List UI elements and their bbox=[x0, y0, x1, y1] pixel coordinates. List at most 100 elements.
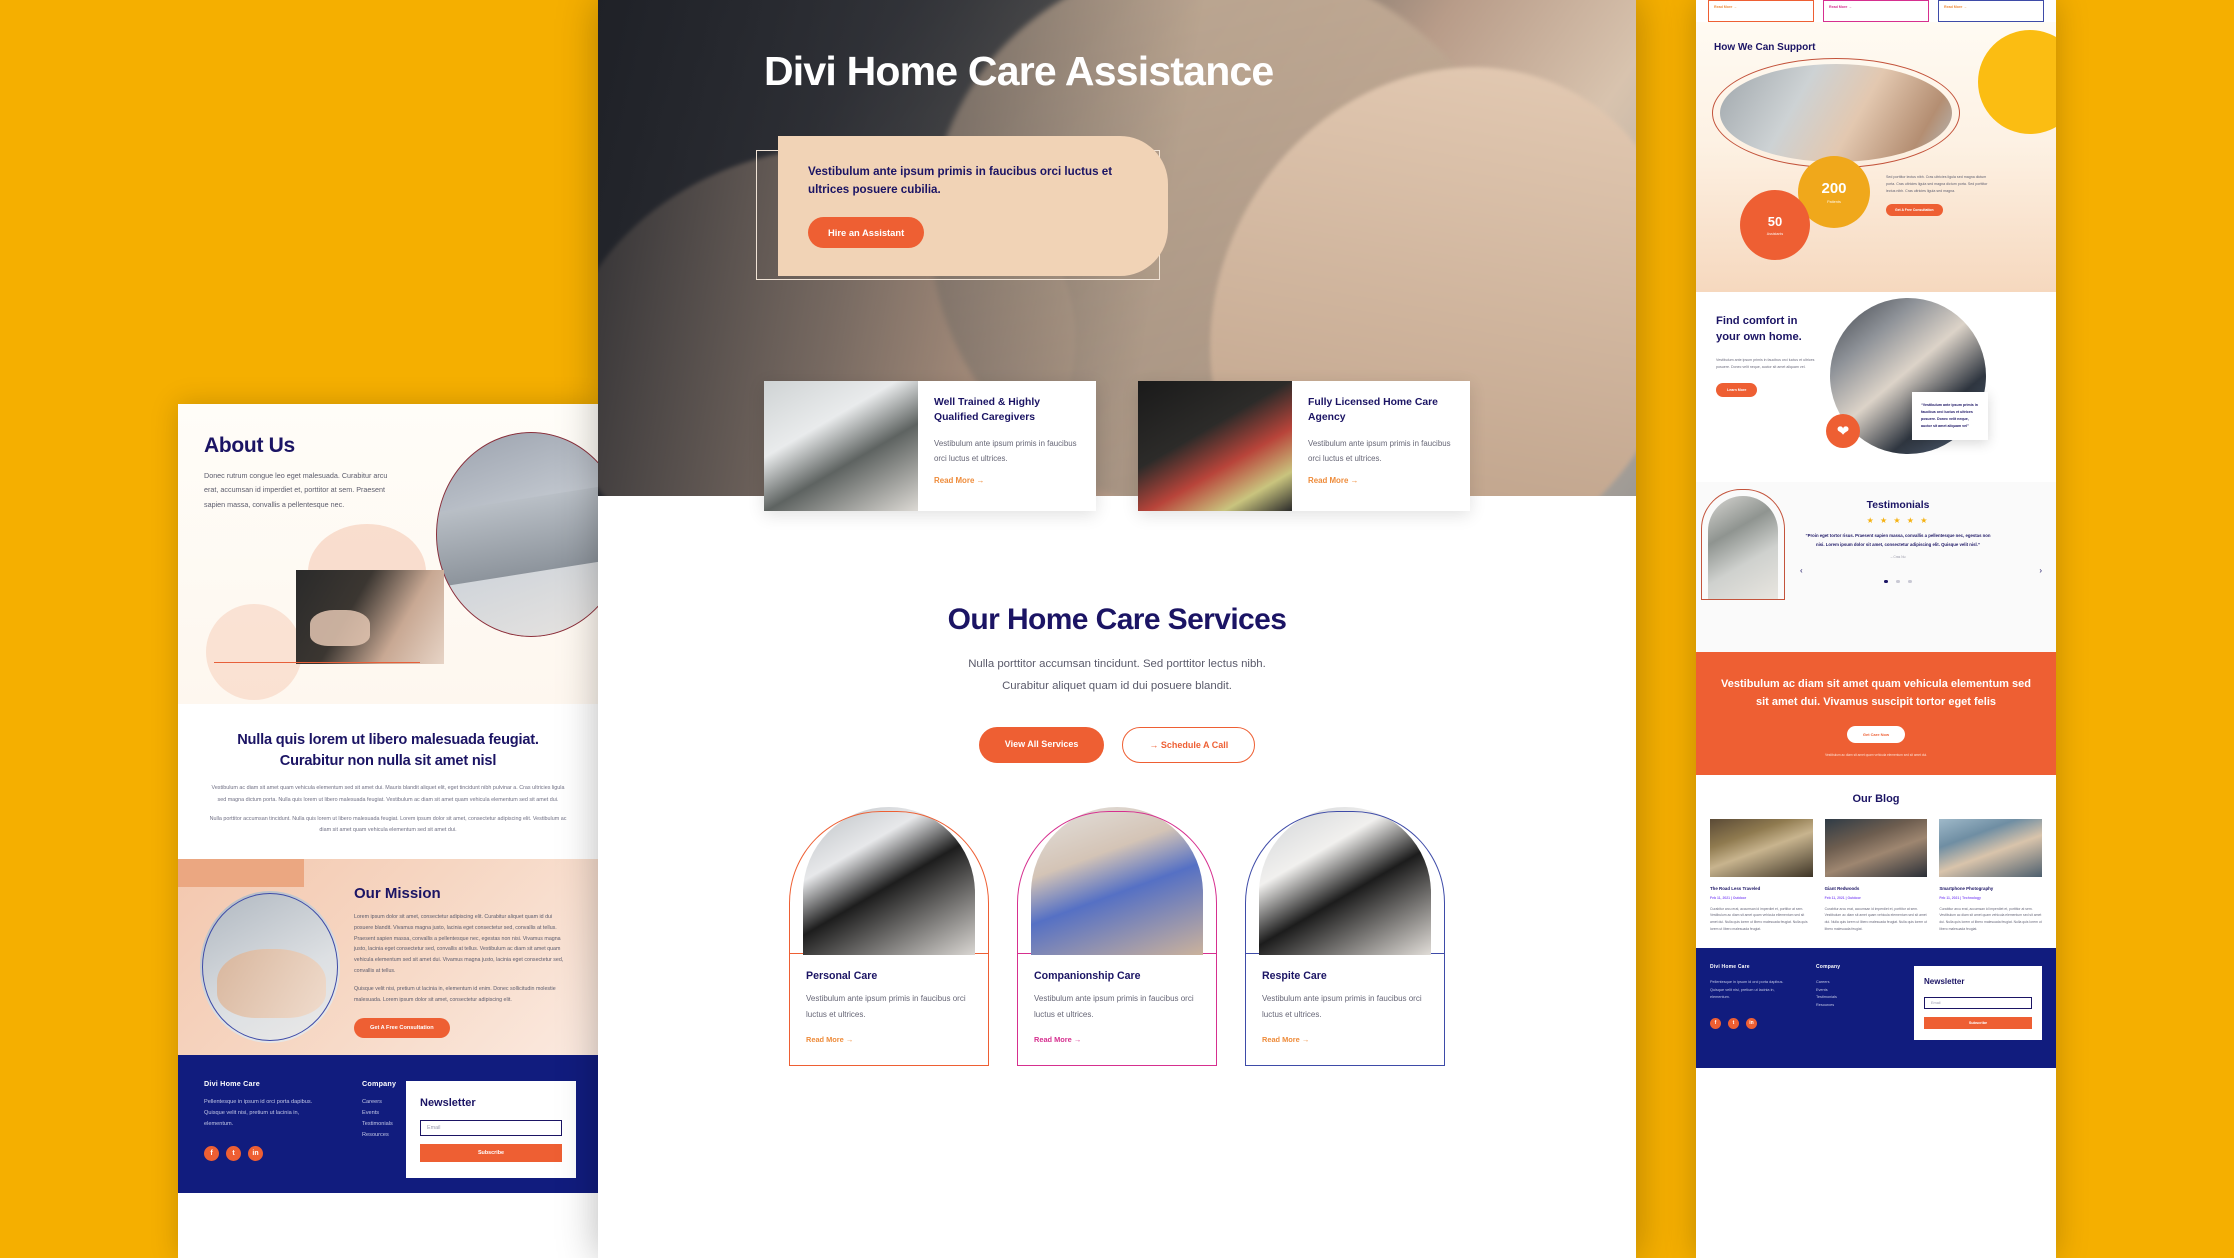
blog-post-title: Smartphone Photography bbox=[1939, 885, 1994, 891]
how-we-can-support-section: How We Can Support 200 Patients 50 Assis… bbox=[1696, 22, 2056, 292]
rating-stars: ★ ★ ★ ★ ★ bbox=[1866, 516, 1930, 525]
newsletter-subscribe-button[interactable]: Subscribe bbox=[1924, 1017, 2032, 1030]
footer-company-title: Company bbox=[362, 1078, 397, 1088]
stat-value: 200 bbox=[1821, 180, 1847, 197]
decorative-blob bbox=[206, 604, 302, 700]
footer-link-events[interactable]: Events bbox=[362, 1108, 396, 1119]
comfort-heading: Find comfort in your own home. bbox=[1716, 315, 1802, 343]
left-page-footer: Divi Home Care Pellentesque in ipsum id … bbox=[178, 1054, 598, 1193]
footer-company-column: Company Careers Events Testimonials Reso… bbox=[362, 1079, 396, 1162]
support-cta-button[interactable]: Get A Free Consultation bbox=[1886, 204, 1943, 216]
footer-link-testimonials[interactable]: Testimonials bbox=[1816, 994, 1894, 1002]
footer-brand-title: Divi Home Care bbox=[204, 1078, 260, 1088]
pagination-dot[interactable] bbox=[1896, 579, 1900, 584]
about-photo bbox=[296, 570, 444, 664]
blog-post-card[interactable]: The Road Less Traveled Feb 11, 2021 | Ou… bbox=[1710, 818, 1813, 933]
service-read-more-link[interactable]: Read More → bbox=[1938, 0, 2044, 22]
learn-more-button[interactable]: Learn More bbox=[1716, 383, 1758, 398]
feature-read-more-link[interactable]: Read More → bbox=[1308, 476, 1358, 485]
right-page-preview[interactable]: Read More → Read More → Read More → How … bbox=[1696, 0, 2056, 1258]
heart-icon: ❤ bbox=[1826, 414, 1860, 448]
facebook-icon[interactable]: f bbox=[204, 1146, 219, 1162]
cta-fine-print: Vestibulum ac diam sit amet quam vehicul… bbox=[1825, 752, 1927, 757]
service-card-companionship-care[interactable]: Companionship Care Vestibulum ante ipsum… bbox=[1017, 807, 1217, 1066]
service-card-personal-care[interactable]: Personal Care Vestibulum ante ipsum prim… bbox=[789, 807, 989, 1066]
stat-label: Assistants bbox=[1766, 232, 1784, 236]
about-oval-image bbox=[436, 432, 598, 637]
blog-heading: Our Blog bbox=[1852, 792, 1900, 805]
newsletter-email-input[interactable]: Email bbox=[420, 1119, 562, 1136]
our-mission-section: Our Mission Lorem ipsum dolor sit amet, … bbox=[178, 858, 598, 1055]
blog-post-excerpt: Curabitur arcu erat, accumsan id imperdi… bbox=[1710, 906, 1808, 931]
mission-cta-button[interactable]: Get A Free Consultation bbox=[354, 1017, 450, 1038]
decorative-block bbox=[178, 858, 304, 887]
comfort-quote-text: “Vestibulum ante ipsum primis in faucibu… bbox=[1921, 403, 1978, 428]
feature-card-image bbox=[764, 381, 918, 511]
footer-brand-column: Divi Home Care Pellentesque in ipsum id … bbox=[204, 1079, 316, 1162]
service-cards-row: Personal Care Vestibulum ante ipsum prim… bbox=[598, 807, 1636, 1066]
footer-link-careers[interactable]: Careers bbox=[362, 1097, 396, 1108]
service-card-arch-outline bbox=[789, 811, 989, 1032]
testimonials-heading: Testimonials bbox=[1866, 500, 1930, 511]
footer-brand-title: Divi Home Care bbox=[1710, 964, 1750, 971]
services-section: Our Home Care Services Nulla porttitor a… bbox=[598, 511, 1636, 1066]
feature-card-title: Well Trained & Highly Qualified Caregive… bbox=[934, 397, 1041, 423]
testimonial-next-arrow[interactable]: › bbox=[2039, 566, 2042, 575]
feature-card-text: Vestibulum ante ipsum primis in faucibus… bbox=[934, 438, 1077, 463]
footer-link-testimonials[interactable]: Testimonials bbox=[362, 1119, 396, 1130]
find-comfort-section: Find comfort in your own home. Vestibulu… bbox=[1696, 292, 2056, 482]
twitter-icon[interactable]: t bbox=[226, 1146, 241, 1162]
newsletter-subscribe-button[interactable]: Subscribe bbox=[420, 1143, 562, 1162]
footer-brand-text: Pellentesque in ipsum id orci porta dapi… bbox=[204, 1098, 313, 1128]
comfort-quote-card: “Vestibulum ante ipsum primis in faucibu… bbox=[1912, 392, 1988, 440]
blog-post-title: The Road Less Traveled bbox=[1710, 885, 1761, 891]
mockup-stage: About Us Donec rutrum congue leo eget ma… bbox=[0, 0, 2234, 1258]
center-page-preview[interactable]: Divi Home Care Assistance Vestibulum ant… bbox=[598, 0, 1636, 1258]
service-read-more-link[interactable]: Read More → bbox=[1823, 0, 1929, 22]
about-us-section: About Us Donec rutrum congue leo eget ma… bbox=[178, 404, 598, 704]
schedule-a-call-button[interactable]: → Schedule A Call bbox=[1122, 727, 1256, 764]
footer-link-resources[interactable]: Resources bbox=[1816, 1002, 1894, 1010]
feature-card[interactable]: Well Trained & Highly Qualified Caregive… bbox=[764, 381, 1096, 511]
stat-circle-assistants: 50 Assistants bbox=[1740, 190, 1810, 260]
feature-read-more-link[interactable]: Read More → bbox=[934, 476, 984, 485]
service-read-more-link[interactable]: Read More → bbox=[1262, 1035, 1309, 1044]
services-sub-line-2: Curabitur aliquet quam id dui posuere bl… bbox=[1002, 680, 1232, 693]
twitter-icon[interactable]: t bbox=[1728, 1017, 1739, 1029]
testimonial-prev-arrow[interactable]: ‹ bbox=[1800, 566, 1803, 575]
service-card-respite-care[interactable]: Respite Care Vestibulum ante ipsum primi… bbox=[1245, 807, 1445, 1066]
footer-social-links: f t in bbox=[1710, 1017, 1788, 1029]
linkedin-icon[interactable]: in bbox=[1746, 1017, 1757, 1029]
feature-card[interactable]: Fully Licensed Home Care Agency Vestibul… bbox=[1138, 381, 1470, 511]
newsletter-title: Newsletter bbox=[420, 1096, 476, 1109]
get-care-now-button[interactable]: Get Care Now bbox=[1846, 725, 1906, 743]
footer-link-resources[interactable]: Resources bbox=[362, 1130, 396, 1141]
about-divider bbox=[214, 662, 420, 663]
view-all-services-button[interactable]: View All Services bbox=[978, 727, 1105, 764]
footer-link-careers[interactable]: Careers bbox=[1816, 979, 1894, 987]
left-page-preview[interactable]: About Us Donec rutrum congue leo eget ma… bbox=[178, 404, 598, 1258]
pagination-dot[interactable] bbox=[1884, 579, 1888, 584]
newsletter-box: Newsletter Email Subscribe bbox=[406, 1080, 576, 1178]
service-read-more-link[interactable]: Read More → bbox=[1034, 1035, 1081, 1044]
footer-link-events[interactable]: Events bbox=[1816, 987, 1894, 995]
facebook-icon[interactable]: f bbox=[1710, 1017, 1721, 1029]
testimonial-pagination-dots[interactable] bbox=[1804, 570, 1992, 588]
hero-card-text: Vestibulum ante ipsum primis in faucibus… bbox=[808, 164, 1113, 196]
pagination-dot[interactable] bbox=[1908, 579, 1912, 584]
hire-an-assistant-button[interactable]: Hire an Assistant bbox=[808, 217, 925, 249]
newsletter-box: Newsletter Email Subscribe bbox=[1914, 966, 2042, 1041]
support-text: Sed porttitor lectus nibh. Cras ultricie… bbox=[1886, 175, 1988, 193]
service-read-more-link[interactable]: Read More → bbox=[806, 1035, 853, 1044]
service-card-arch-outline bbox=[1017, 811, 1217, 1032]
blog-post-card[interactable]: Giant Redwoods Feb 11, 2021 | Outdoor Cu… bbox=[1824, 818, 1928, 933]
blog-post-meta: Feb 11, 2021 | Outdoor bbox=[1710, 895, 1747, 900]
services-sub-line-1: Nulla porttitor accumsan tincidunt. Sed … bbox=[968, 658, 1266, 670]
hero-title: Divi Home Care Assistance bbox=[764, 48, 1274, 94]
service-read-more-link[interactable]: Read More → bbox=[1708, 0, 1814, 22]
blog-post-image bbox=[1939, 818, 2043, 877]
blog-post-card[interactable]: Smartphone Photography Feb 11, 2021 | Te… bbox=[1939, 818, 2043, 933]
linkedin-icon[interactable]: in bbox=[248, 1146, 263, 1162]
cta-heading: Vestibulum ac diam sit amet quam vehicul… bbox=[1721, 678, 2031, 708]
newsletter-email-input[interactable]: Email bbox=[1924, 997, 2032, 1010]
